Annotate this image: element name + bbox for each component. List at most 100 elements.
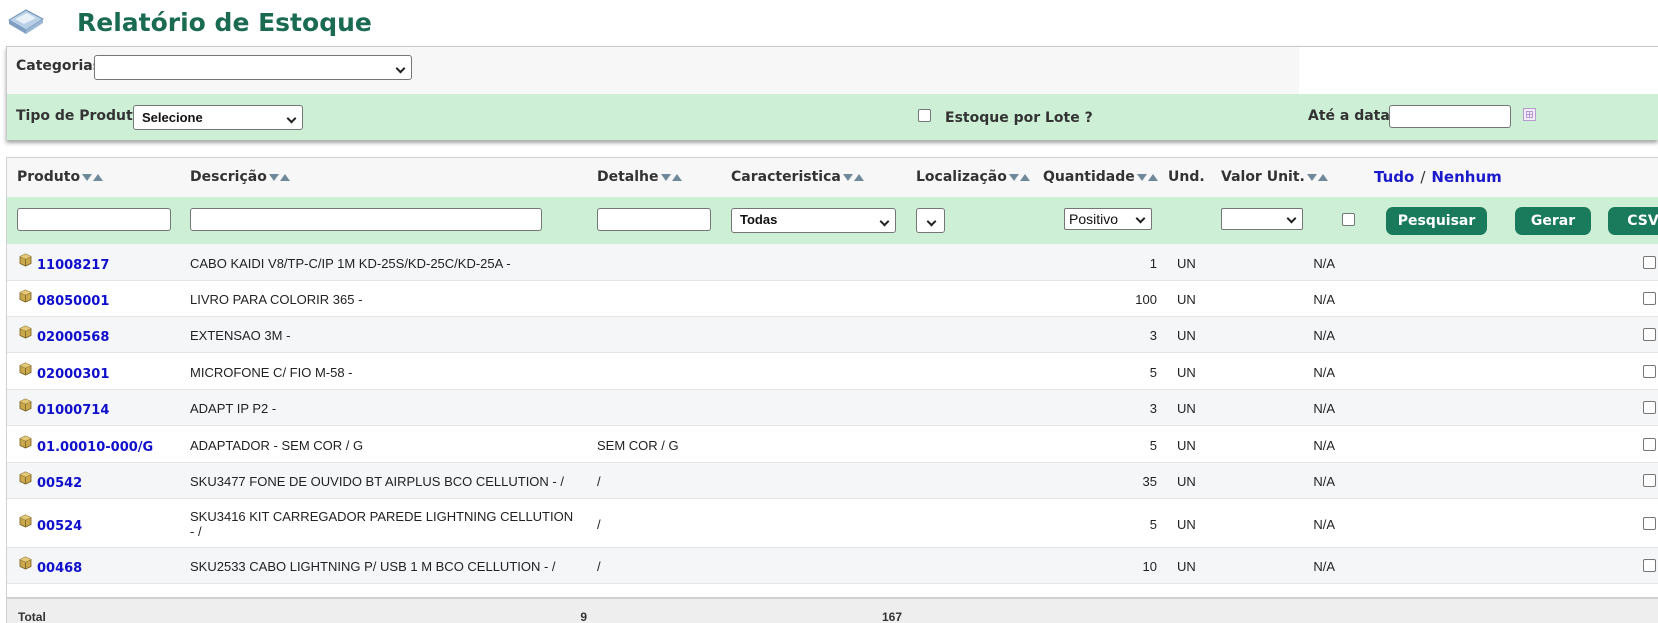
valor-unit-filter-select[interactable] bbox=[1221, 208, 1303, 230]
product-quantity: 35 bbox=[1142, 474, 1157, 489]
sort-icon[interactable] bbox=[1136, 169, 1158, 185]
select-none-link[interactable]: Nenhum bbox=[1431, 168, 1501, 186]
total-quantity: 167 bbox=[881, 610, 902, 623]
product-quantity: 5 bbox=[1149, 438, 1157, 453]
product-code-link[interactable]: 00524 bbox=[37, 519, 82, 534]
sort-icon[interactable] bbox=[1008, 169, 1030, 185]
sort-icon[interactable] bbox=[268, 169, 290, 185]
product-code-link[interactable]: 01.00010-000/G bbox=[37, 440, 153, 455]
product-quantity: 5 bbox=[1149, 365, 1157, 380]
table-row: 00524 SKU3416 KIT CARREGADOR PAREDE LIGHT… bbox=[7, 499, 1658, 548]
sort-icon[interactable] bbox=[660, 169, 682, 185]
quantidade-filter-select[interactable]: Positivo bbox=[1064, 208, 1152, 230]
product-code-link[interactable]: 00468 bbox=[37, 561, 82, 576]
page-title: Relatório de Estoque bbox=[77, 8, 372, 37]
col-localizacao-header[interactable]: Localização bbox=[916, 169, 1030, 185]
estoque-lote-checkbox[interactable] bbox=[918, 109, 931, 122]
sort-icon[interactable] bbox=[842, 169, 864, 185]
row-select-checkbox[interactable] bbox=[1643, 292, 1656, 305]
col-detalhe-label: Detalhe bbox=[597, 169, 659, 185]
table-header-row: Produto Descrição Detalhe Caracteristica… bbox=[7, 158, 1658, 197]
product-unit: UN bbox=[1177, 292, 1196, 307]
column-filter-row: Todas Positivo Pesquisar Gerar CSV bbox=[7, 197, 1658, 244]
row-select-checkbox[interactable] bbox=[1643, 401, 1656, 414]
product-code-link[interactable]: 02000301 bbox=[37, 367, 109, 382]
product-code-link[interactable]: 02000568 bbox=[37, 330, 109, 345]
chevron-down-icon bbox=[1286, 213, 1297, 224]
page-header: Relatório de Estoque bbox=[0, 0, 1658, 46]
row-select-checkbox[interactable] bbox=[1643, 438, 1656, 451]
col-valor-unit-header[interactable]: Valor Unit. bbox=[1221, 169, 1328, 185]
calendar-icon[interactable] bbox=[1523, 108, 1536, 121]
chevron-down-icon bbox=[1135, 213, 1146, 224]
product-box-icon bbox=[19, 398, 32, 412]
product-description: ADAPTADOR - SEM COR / G bbox=[190, 438, 364, 453]
row-select-checkbox[interactable] bbox=[1643, 559, 1656, 572]
product-unit-value: N/A bbox=[1313, 517, 1335, 532]
product-unit: UN bbox=[1177, 559, 1196, 574]
select-all-link[interactable]: Tudo bbox=[1374, 168, 1414, 186]
product-box-icon bbox=[19, 325, 32, 339]
tipo-produto-label: Tipo de Produto bbox=[16, 108, 143, 124]
col-detalhe-header[interactable]: Detalhe bbox=[597, 169, 682, 185]
product-unit-value: N/A bbox=[1313, 559, 1335, 574]
pesquisar-button[interactable]: Pesquisar bbox=[1386, 207, 1487, 235]
row-select-checkbox[interactable] bbox=[1643, 256, 1656, 269]
ate-data-input[interactable] bbox=[1389, 105, 1511, 128]
table-row: 08050001 LIVRO PARA COLORIR 365 - 100 UN N/A bbox=[7, 281, 1658, 317]
detalhe-filter-input[interactable] bbox=[597, 208, 711, 231]
product-unit: UN bbox=[1177, 256, 1196, 271]
product-description: CABO KAIDI V8/TP-C/IP 1M KD-25S/KD-25C/K… bbox=[190, 256, 511, 271]
product-quantity: 10 bbox=[1142, 559, 1157, 574]
col-produto-header[interactable]: Produto bbox=[17, 169, 104, 185]
tipo-produto-select[interactable]: Selecione bbox=[133, 105, 303, 130]
row-select-checkbox[interactable] bbox=[1643, 365, 1656, 378]
col-descricao-header[interactable]: Descrição bbox=[190, 169, 290, 185]
filter-row-product-type: Tipo de Produto Selecione Estoque por Lo… bbox=[7, 94, 1658, 140]
table-row: 01000714 ADAPT IP P2 - 3 UN N/A bbox=[7, 390, 1658, 426]
filter-panel: Categorias Tipo de Produto Selecione Est… bbox=[6, 46, 1658, 140]
select-links: Tudo / Nenhum bbox=[1374, 168, 1502, 186]
col-quantidade-header[interactable]: Quantidade bbox=[1043, 169, 1158, 185]
row-select-checkbox[interactable] bbox=[1643, 517, 1656, 530]
product-detail: / bbox=[597, 517, 601, 532]
descricao-filter-input[interactable] bbox=[190, 208, 542, 231]
chevron-down-icon bbox=[926, 216, 937, 227]
product-code-link[interactable]: 11008217 bbox=[37, 258, 109, 273]
col-caracteristica-header[interactable]: Caracteristica bbox=[731, 169, 864, 185]
row-select-checkbox[interactable] bbox=[1643, 474, 1656, 487]
product-description: MICROFONE C/ FIO M-58 - bbox=[190, 365, 353, 380]
product-unit-value: N/A bbox=[1313, 256, 1335, 271]
ate-data-label: Até a data bbox=[1308, 108, 1390, 124]
caracteristica-filter-select[interactable]: Todas bbox=[731, 208, 896, 233]
product-description: LIVRO PARA COLORIR 365 - bbox=[190, 292, 363, 307]
product-code-link[interactable]: 00542 bbox=[37, 476, 82, 491]
product-unit-value: N/A bbox=[1313, 328, 1335, 343]
sort-icon[interactable] bbox=[1306, 169, 1328, 185]
product-code-link[interactable]: 08050001 bbox=[37, 294, 109, 309]
product-unit: UN bbox=[1177, 365, 1196, 380]
product-box-icon bbox=[19, 514, 32, 528]
select-all-checkbox[interactable] bbox=[1342, 213, 1355, 226]
product-unit-value: N/A bbox=[1313, 292, 1335, 307]
localizacao-filter-select[interactable] bbox=[916, 208, 945, 233]
folder-icon bbox=[8, 9, 44, 34]
col-quantidade-label: Quantidade bbox=[1043, 169, 1135, 185]
tipo-produto-select-value: Selecione bbox=[142, 110, 203, 125]
produto-filter-input[interactable] bbox=[17, 208, 171, 231]
col-valor-unit-label: Valor Unit. bbox=[1221, 169, 1305, 185]
total-label: Total bbox=[18, 610, 46, 623]
product-code-link[interactable]: 01000714 bbox=[37, 403, 109, 418]
product-unit-value: N/A bbox=[1313, 401, 1335, 416]
product-unit: UN bbox=[1177, 438, 1196, 453]
categorias-select[interactable] bbox=[94, 55, 412, 80]
table-row: 02000301 MICROFONE C/ FIO M-58 - 5 UN N/A bbox=[7, 353, 1658, 390]
table-row: 02000568 EXTENSAO 3M - 3 UN N/A bbox=[7, 317, 1658, 353]
row-select-checkbox[interactable] bbox=[1643, 328, 1656, 341]
sort-icon[interactable] bbox=[82, 169, 104, 185]
product-unit: UN bbox=[1177, 474, 1196, 489]
csv-button[interactable]: CSV bbox=[1608, 207, 1658, 235]
stock-table: Produto Descrição Detalhe Caracteristica… bbox=[6, 157, 1658, 623]
gerar-button[interactable]: Gerar bbox=[1515, 207, 1591, 235]
col-und-label: Und. bbox=[1168, 169, 1205, 185]
